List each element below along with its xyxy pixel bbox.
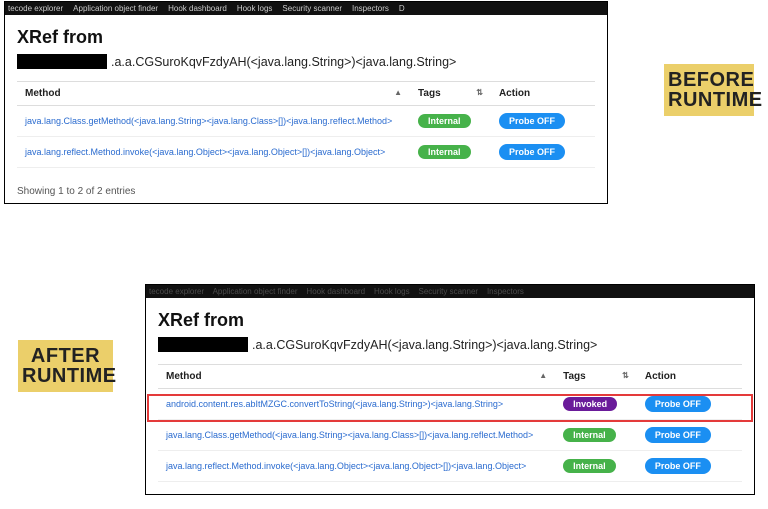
tag-badge: Internal [418, 145, 471, 159]
method-link[interactable]: android.content.res.abItMZGC.convertToSt… [166, 399, 503, 409]
table-row: android.content.res.abItMZGC.convertToSt… [158, 389, 742, 420]
col-method[interactable]: Method▲ [158, 365, 555, 389]
page-title: XRef from [158, 310, 742, 331]
probe-toggle-button[interactable]: Probe OFF [645, 458, 711, 474]
table-row: java.lang.Class.getMethod(<java.lang.Str… [158, 420, 742, 451]
tab[interactable]: Hook dashboard [168, 4, 227, 13]
page-title: XRef from [17, 27, 595, 48]
tag-badge: Invoked [563, 397, 617, 411]
tab[interactable]: Application object finder [73, 4, 158, 13]
table-footer: Showing 1 to 2 of 2 entries [5, 180, 607, 203]
probe-toggle-button[interactable]: Probe OFF [645, 427, 711, 443]
col-action: Action [491, 82, 595, 106]
redacted-block [158, 337, 248, 352]
tag-badge: Internal [563, 459, 616, 473]
method-signature: .a.a.CGSuroKqvFzdyAH(<java.lang.String>)… [158, 337, 742, 352]
tag-badge: Internal [418, 114, 471, 128]
tab[interactable]: D [399, 4, 405, 13]
redacted-block [17, 54, 107, 69]
tab[interactable]: Security scanner [282, 4, 342, 13]
table-row: java.lang.reflect.Method.invoke(<java.la… [17, 137, 595, 168]
probe-toggle-button[interactable]: Probe OFF [645, 396, 711, 412]
col-tags[interactable]: Tags⇅ [555, 365, 637, 389]
col-tags[interactable]: Tags⇅ [410, 82, 491, 106]
tag-badge: Internal [563, 428, 616, 442]
col-method[interactable]: Method▲ [17, 82, 410, 106]
tab-bar: tecode explorer Application object finde… [146, 285, 754, 298]
method-link[interactable]: java.lang.reflect.Method.invoke(<java.la… [166, 461, 526, 471]
probe-toggle-button[interactable]: Probe OFF [499, 144, 565, 160]
after-runtime-label: AFTERRUNTIME [18, 340, 113, 392]
method-signature: .a.a.CGSuroKqvFzdyAH(<java.lang.String>)… [17, 54, 595, 69]
method-link[interactable]: java.lang.reflect.Method.invoke(<java.la… [25, 147, 385, 157]
tab[interactable]: Inspectors [352, 4, 389, 13]
tab-bar: tecode explorer Application object finde… [5, 2, 607, 15]
before-runtime-label: BEFORERUNTIME [664, 64, 754, 116]
method-link[interactable]: java.lang.Class.getMethod(<java.lang.Str… [166, 430, 533, 440]
col-action: Action [637, 365, 742, 389]
table-row: java.lang.Class.getMethod(<java.lang.Str… [17, 106, 595, 137]
xref-table: Method▲ Tags⇅ Action java.lang.Class.get… [17, 81, 595, 168]
probe-toggle-button[interactable]: Probe OFF [499, 113, 565, 129]
xref-table: Method▲ Tags⇅ Action android.content.res… [158, 364, 742, 482]
table-row: java.lang.reflect.Method.invoke(<java.la… [158, 451, 742, 482]
method-link[interactable]: java.lang.Class.getMethod(<java.lang.Str… [25, 116, 392, 126]
tab[interactable]: tecode explorer [8, 4, 63, 13]
tab[interactable]: Hook logs [237, 4, 273, 13]
